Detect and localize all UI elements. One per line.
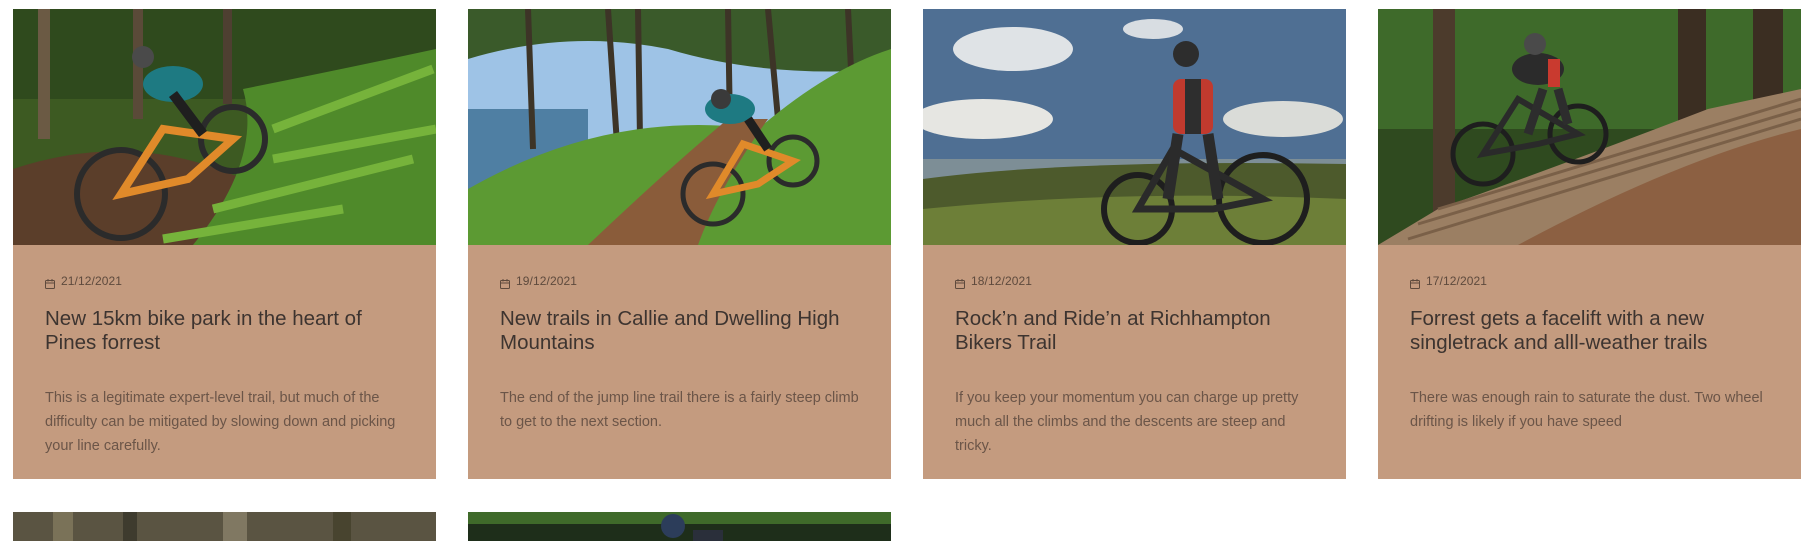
post-image[interactable] bbox=[923, 9, 1346, 245]
post-image[interactable] bbox=[13, 9, 436, 245]
post-excerpt: If you keep your momentum you can charge… bbox=[955, 390, 1299, 454]
post-date: 17/12/2021 bbox=[1410, 274, 1488, 289]
post-image-partial[interactable] bbox=[13, 512, 436, 541]
post-date: 21/12/2021 bbox=[45, 274, 123, 289]
post-date-text: 17/12/2021 bbox=[1426, 274, 1488, 288]
post-card[interactable]: 17/12/2021 Forrest gets a facelift with … bbox=[1378, 9, 1801, 479]
post-card[interactable]: 18/12/2021 Rock’n and Ride’n at Richhamp… bbox=[923, 9, 1346, 479]
calendar-icon bbox=[1410, 276, 1420, 289]
post-date: 18/12/2021 bbox=[955, 274, 1033, 289]
post-excerpt: The end of the jump line trail there is … bbox=[500, 390, 859, 430]
post-title[interactable]: New trails in Callie and Dwelling High M… bbox=[500, 307, 865, 355]
post-card[interactable]: 19/12/2021 New trails in Callie and Dwel… bbox=[468, 9, 891, 479]
calendar-icon bbox=[955, 276, 965, 289]
post-excerpt: There was enough rain to saturate the du… bbox=[1410, 390, 1763, 430]
post-excerpt: This is a legitimate expert-level trail,… bbox=[45, 390, 396, 454]
post-title[interactable]: New 15km bike park in the heart of Pines… bbox=[45, 307, 410, 355]
post-title[interactable]: Forrest gets a facelift with a new singl… bbox=[1410, 307, 1775, 355]
post-date-text: 21/12/2021 bbox=[61, 274, 123, 288]
post-image[interactable] bbox=[468, 9, 891, 245]
post-image-partial[interactable] bbox=[468, 512, 891, 541]
post-date: 19/12/2021 bbox=[500, 274, 578, 289]
post-image[interactable] bbox=[1378, 9, 1801, 245]
post-title[interactable]: Rock’n and Ride’n at Richhampton Bikers … bbox=[955, 307, 1320, 355]
calendar-icon bbox=[500, 276, 510, 289]
post-card[interactable]: 21/12/2021 New 15km bike park in the hea… bbox=[13, 9, 436, 479]
post-date-text: 18/12/2021 bbox=[971, 274, 1033, 288]
post-date-text: 19/12/2021 bbox=[516, 274, 578, 288]
calendar-icon bbox=[45, 276, 55, 289]
